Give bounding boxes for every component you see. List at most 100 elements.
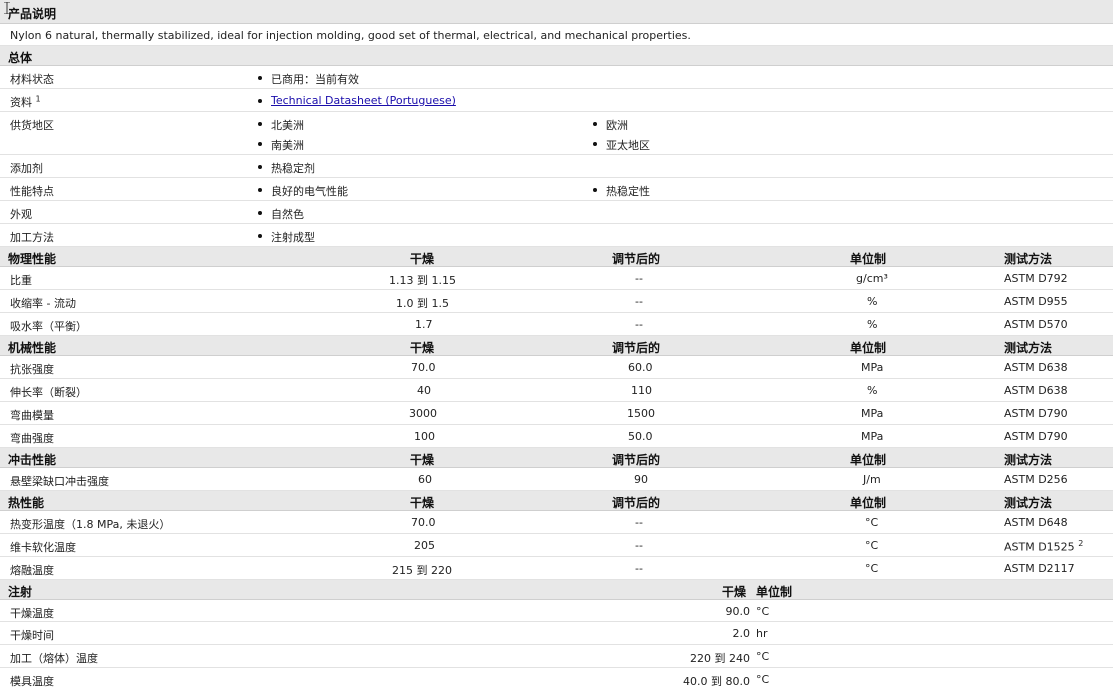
conditioned-value: -- (635, 516, 643, 529)
col-header-unit: 单位制 (756, 585, 793, 599)
general-row-status: 材料状态 已商用：当前有效 (0, 66, 1113, 89)
test-method: ASTM D955 (1004, 295, 1068, 308)
unit-value: % (867, 318, 878, 331)
dry-value: 70.0 (411, 516, 436, 529)
row-label: 干燥时间 (10, 629, 54, 642)
section-header-physical: 物理性能 干燥 调节后的 单位制 测试方法 (0, 247, 1113, 267)
col-header-method: 测试方法 (1004, 252, 1053, 266)
technical-datasheet-link[interactable]: Technical Datasheet (Portuguese) (271, 94, 456, 107)
dry-value: 1.7 (415, 318, 433, 331)
conditioned-value: -- (635, 562, 643, 575)
table-row: 干燥温度 90.0 °C (0, 600, 1113, 622)
section-title-thermal: 热性能 (8, 496, 45, 510)
row-value: 良好的电气性能 (271, 185, 348, 198)
conditioned-value: 60.0 (628, 361, 653, 374)
dry-value: 1.0 到 1.5 (396, 297, 449, 310)
general-row-processing: 加工方法 注射成型 (0, 224, 1113, 247)
footnote-ref: 2 (1078, 539, 1084, 548)
row-label: 吸水率（平衡） (10, 320, 87, 333)
section-title-physical: 物理性能 (8, 252, 57, 266)
unit-value: % (867, 384, 878, 397)
test-method: ASTM D2117 (1004, 562, 1075, 575)
bullet-icon (258, 99, 262, 103)
dry-value: 205 (414, 539, 435, 552)
row-value: 亚太地区 (606, 139, 650, 152)
unit-value: MPa (861, 430, 884, 443)
dry-value: 90.0 (725, 605, 751, 618)
conditioned-value: -- (635, 539, 643, 552)
general-row-regions: 供货地区 北美洲 欧洲 南美洲 亚太地区 (0, 112, 1113, 155)
row-label: 维卡软化温度 (10, 541, 76, 554)
dry-value: 40 (417, 384, 431, 397)
dry-value: 220 到 240 (690, 652, 750, 665)
bullet-icon (593, 188, 597, 192)
row-value: 南美洲 (271, 139, 304, 152)
table-row: 抗张强度 70.0 60.0 MPa ASTM D638 (0, 356, 1113, 379)
row-value: 注射成型 (271, 231, 315, 244)
test-method: ASTM D638 (1004, 361, 1068, 374)
table-row: 模具温度 40.0 到 80.0 °C (0, 668, 1113, 689)
table-row: 热变形温度（1.8 MPa, 未退火） 70.0 -- °C ASTM D648 (0, 511, 1113, 534)
table-row: 干燥时间 2.0 hr (0, 622, 1113, 645)
row-label: 收缩率 - 流动 (10, 297, 76, 310)
col-header-unit: 单位制 (850, 252, 887, 266)
table-row: 收缩率 - 流动 1.0 到 1.5 -- % ASTM D955 (0, 290, 1113, 313)
conditioned-value: 90 (634, 473, 648, 486)
row-label: 比重 (10, 274, 32, 287)
col-header-conditioned: 调节后的 (612, 341, 661, 355)
section-header-impact: 冲击性能 干燥 调节后的 单位制 测试方法 (0, 448, 1113, 468)
table-row: 吸水率（平衡） 1.7 -- % ASTM D570 (0, 313, 1113, 336)
section-title-product: 产品说明 (8, 7, 57, 21)
col-header-conditioned: 调节后的 (612, 252, 661, 266)
col-header-method: 测试方法 (1004, 453, 1053, 467)
col-header-method: 测试方法 (1004, 496, 1053, 510)
test-method: ASTM D1525 2 (1004, 539, 1084, 554)
section-header-injection: 注射 干燥 单位制 (0, 580, 1113, 600)
bullet-icon (258, 165, 262, 169)
section-title-injection: 注射 (8, 585, 33, 599)
row-label: 干燥温度 (10, 607, 54, 620)
table-row: 伸长率（断裂） 40 110 % ASTM D638 (0, 379, 1113, 402)
col-header-conditioned: 调节后的 (612, 496, 661, 510)
dry-value: 70.0 (411, 361, 436, 374)
row-value: 热稳定性 (606, 185, 650, 198)
row-label: 模具温度 (10, 675, 54, 688)
section-header-mechanical: 机械性能 干燥 调节后的 单位制 测试方法 (0, 336, 1113, 356)
row-label: 加工方法 (10, 231, 54, 244)
table-row: 比重 1.13 到 1.15 -- g/cm³ ASTM D792 (0, 267, 1113, 290)
general-row-appearance: 外观 自然色 (0, 201, 1113, 224)
table-row: 加工（熔体）温度 220 到 240 °C (0, 645, 1113, 668)
row-label: 抗张强度 (10, 363, 54, 376)
row-value: 热稳定剂 (271, 162, 315, 175)
row-label: 性能特点 (10, 185, 54, 198)
unit-value: MPa (861, 407, 884, 420)
row-label: 材料状态 (10, 73, 54, 86)
row-label: 加工（熔体）温度 (10, 652, 98, 665)
conditioned-value: 50.0 (628, 430, 653, 443)
bullet-icon (258, 188, 262, 192)
conditioned-value: -- (635, 318, 643, 331)
unit-value: g/cm³ (856, 272, 888, 285)
general-row-features: 性能特点 良好的电气性能 热稳定性 (0, 178, 1113, 201)
bullet-icon (258, 142, 262, 146)
test-method: ASTM D638 (1004, 384, 1068, 397)
dry-value: 215 到 220 (392, 564, 452, 577)
test-method: ASTM D792 (1004, 272, 1068, 285)
unit-value: °C (865, 539, 879, 552)
row-label: 弯曲强度 (10, 432, 54, 445)
col-header-dry: 干燥 (410, 252, 435, 266)
unit-value: J/m (863, 473, 881, 486)
table-row: 维卡软化温度 205 -- °C ASTM D1525 2 (0, 534, 1113, 557)
row-label: 伸长率（断裂） (10, 386, 87, 399)
section-header-general: 总体 (0, 46, 1113, 66)
unit-value: % (867, 295, 878, 308)
col-header-conditioned: 调节后的 (612, 453, 661, 467)
row-label: 供货地区 (10, 119, 54, 132)
section-header-product: 产品说明 (0, 0, 1113, 24)
unit-value: °C (865, 516, 879, 529)
unit-value: MPa (861, 361, 884, 374)
unit-value: °C (756, 650, 770, 663)
row-value: 北美洲 (271, 119, 304, 132)
bullet-icon (593, 142, 597, 146)
general-row-docs: 资料 1 Technical Datasheet (Portuguese) (0, 89, 1113, 112)
